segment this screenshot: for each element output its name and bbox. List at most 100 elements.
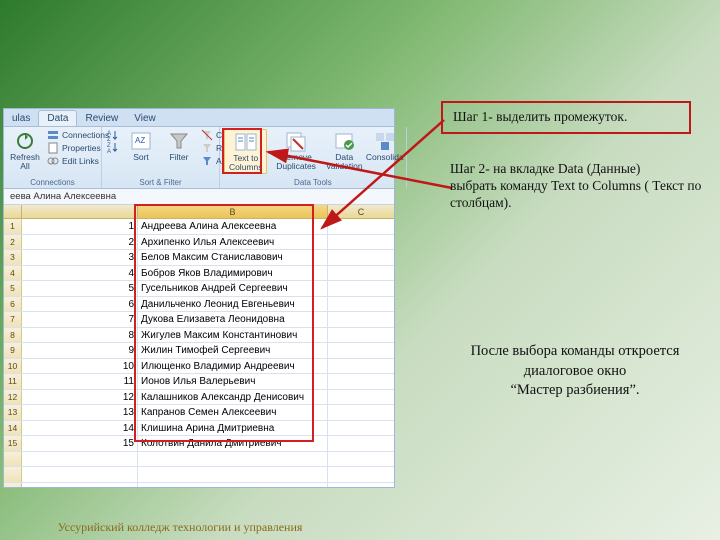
ribbon-tabs: ulas Data Review View [4,109,394,127]
text-to-columns-button[interactable]: Text to Columns [224,129,267,174]
col-header-c[interactable]: C [328,205,394,218]
cell[interactable]: Гусельников Андрей Сергеевич [138,281,328,296]
group-connections: Refresh All Connections Properties Edit … [4,127,102,188]
edit-links-button[interactable]: Edit Links [46,155,110,167]
ribbon-body: Refresh All Connections Properties Edit … [4,127,394,189]
cell[interactable]: Бобров Яков Владимирович [138,266,328,281]
table-row[interactable]: 55Гусельников Андрей Сергеевич [4,281,394,297]
cell[interactable]: Дукова Елизавета Леонидовна [138,312,328,327]
refresh-icon [13,130,37,152]
table-row[interactable]: 44Бобров Яков Владимирович [4,266,394,282]
connections-button[interactable]: Connections [46,129,110,141]
group-sort-filter: AZ ZA AZ Sort Filter Clear Reapply Advan… [102,127,220,188]
table-row[interactable]: 33Белов Максим Станиславович [4,250,394,266]
row-header[interactable]: 6 [4,297,22,312]
filter-button[interactable]: Filter [162,129,196,163]
table-row[interactable]: 77Дукова Елизавета Леонидовна [4,312,394,328]
excel-window: ulas Data Review View Refresh All Connec… [3,108,395,488]
svg-text:A: A [107,149,111,153]
row-header[interactable]: 2 [4,235,22,250]
consolidate-button[interactable]: Consolida [368,129,402,163]
group-data-tools: Text to Columns Remove Duplicates Data V… [220,127,407,188]
column-headers: B C [4,205,394,219]
table-row[interactable]: 1515Колотвин Данила Дмитриевич [4,436,394,452]
reapply-icon [201,142,213,154]
advanced-icon [201,155,213,167]
footer-text: Уссурийский колледж технологии и управле… [40,520,320,534]
row-header[interactable]: 7 [4,312,22,327]
table-row[interactable]: 1414Клишина Арина Дмитриевна [4,421,394,437]
sort-az-button[interactable]: AZ [106,129,120,141]
edit-links-icon [47,155,59,167]
svg-text:AZ: AZ [135,136,145,145]
table-row[interactable]: 1313Капранов Семен Алексеевич [4,405,394,421]
properties-button[interactable]: Properties [46,142,110,154]
remove-duplicates-button[interactable]: Remove Duplicates [271,129,320,172]
table-row[interactable]: 66Данильченко Леонид Евгеньевич [4,297,394,313]
row-header[interactable]: 12 [4,390,22,405]
formula-bar[interactable]: еева Алина Алексеевна [4,189,394,205]
tab-view[interactable]: View [126,111,164,126]
consolidate-icon [373,130,397,152]
remove-duplicates-icon [284,130,308,152]
result-note: После выбора команды откроетсядиалоговое… [450,342,700,401]
cell[interactable]: Архипенко Илья Алексеевич [138,235,328,250]
data-validation-button[interactable]: Data Validation [325,129,364,172]
row-header[interactable]: 5 [4,281,22,296]
group-sortfilter-label: Sort & Filter [106,178,215,188]
cell[interactable]: Андреева Алина Алексеевна [138,219,328,234]
group-datatools-label: Data Tools [224,178,402,188]
table-row[interactable]: 88Жигулев Максим Константинович [4,328,394,344]
sort-za-icon: ZA [107,141,119,153]
col-header-b[interactable]: B [138,205,328,218]
row-header[interactable]: 11 [4,374,22,389]
sort-za-button[interactable]: ZA [106,141,120,153]
table-row[interactable] [4,452,394,468]
row-header[interactable]: 9 [4,343,22,358]
row-header[interactable]: 8 [4,328,22,343]
refresh-label: Refresh All [10,153,40,171]
row-header[interactable]: 4 [4,266,22,281]
properties-icon [47,142,59,154]
cell[interactable]: Жигулев Максим Константинович [138,328,328,343]
data-validation-icon [332,130,356,152]
step1-callout: Шаг 1- выделить промежуток. [441,101,691,134]
filter-icon [167,130,191,152]
table-row[interactable]: 1010Илющенко Владимир Андреевич [4,359,394,375]
table-row[interactable]: 1111Ионов Илья Валерьевич [4,374,394,390]
cell[interactable]: Клишина Арина Дмитриевна [138,421,328,436]
clear-icon [201,129,213,141]
spreadsheet-grid[interactable]: 11Андреева Алина Алексеевна22Архипенко И… [4,219,394,487]
step2-callout: Шаг 2- на вкладке Data (Данные)выбрать к… [450,161,708,212]
text-to-columns-icon [234,131,258,153]
cell[interactable]: Илющенко Владимир Андреевич [138,359,328,374]
sort-icon: AZ [129,130,153,152]
cell[interactable]: Жилин Тимофей Сергеевич [138,343,328,358]
row-header[interactable]: 14 [4,421,22,436]
group-connections-label: Connections [8,178,97,188]
tab-data[interactable]: Data [38,110,77,126]
row-header[interactable]: 15 [4,436,22,451]
row-header[interactable]: 3 [4,250,22,265]
cell[interactable]: Капранов Семен Алексеевич [138,405,328,420]
cell[interactable]: Калашников Александр Денисович [138,390,328,405]
sort-button[interactable]: AZ Sort [124,129,158,163]
tab-formulas[interactable]: ulas [4,111,38,126]
sort-az-icon: AZ [107,129,119,141]
table-row[interactable] [4,467,394,483]
refresh-all-button[interactable]: Refresh All [8,129,42,172]
cell[interactable]: Ионов Илья Валерьевич [138,374,328,389]
row-header[interactable]: 1 [4,219,22,234]
table-row[interactable]: 22Архипенко Илья Алексеевич [4,235,394,251]
cell[interactable]: Колотвин Данила Дмитриевич [138,436,328,451]
cell[interactable]: Белов Максим Станиславович [138,250,328,265]
connections-icon [47,129,59,141]
row-header[interactable]: 13 [4,405,22,420]
table-row[interactable]: 11Андреева Алина Алексеевна [4,219,394,235]
cell[interactable]: Данильченко Леонид Евгеньевич [138,297,328,312]
table-row[interactable]: 1212Калашников Александр Денисович [4,390,394,406]
row-header[interactable]: 10 [4,359,22,374]
tab-review[interactable]: Review [77,111,126,126]
table-row[interactable] [4,483,394,488]
table-row[interactable]: 99Жилин Тимофей Сергеевич [4,343,394,359]
